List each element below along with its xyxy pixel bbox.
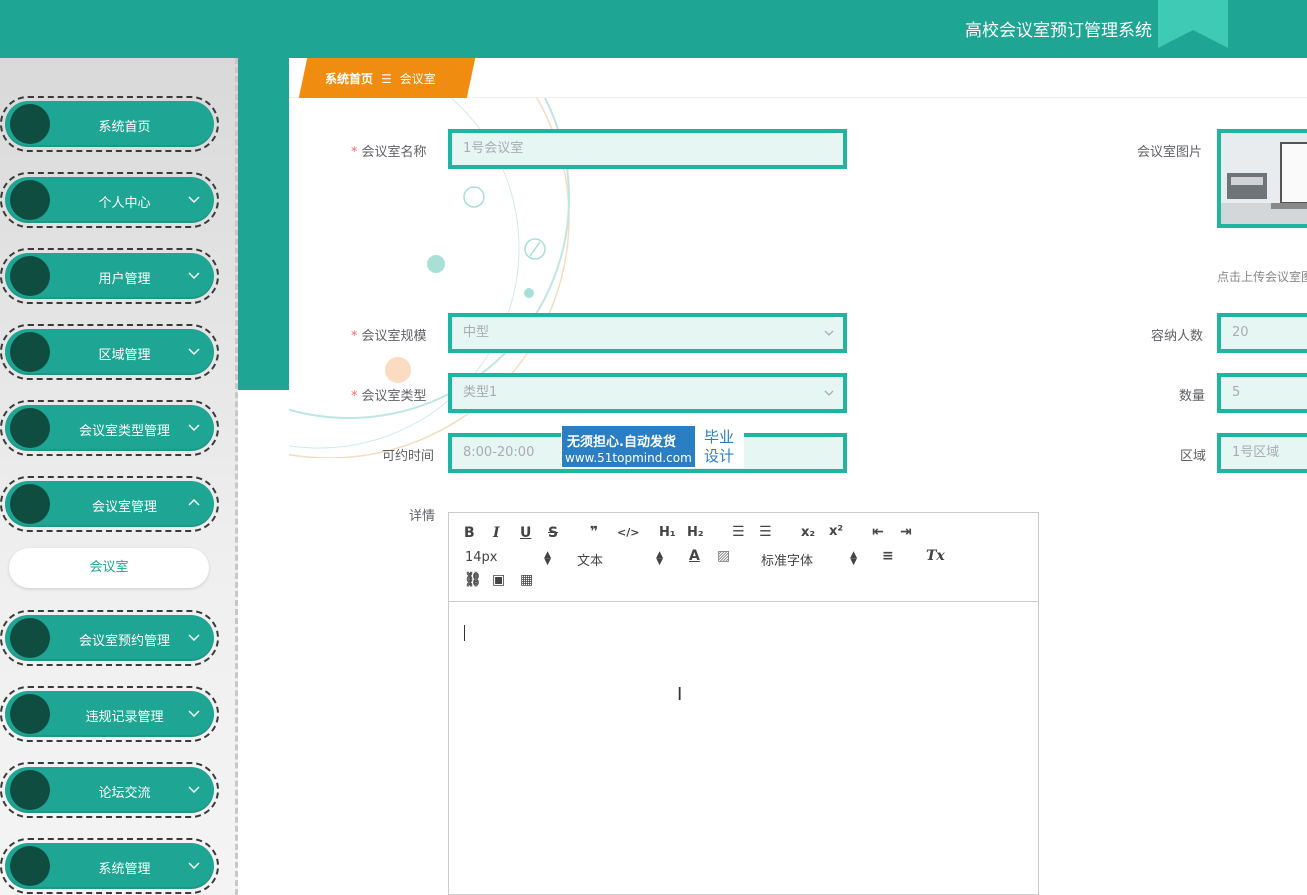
watermark-banner: 无须担心.自动发货 www.51topmind.com 毕业 设计 (561, 425, 744, 468)
font-family-select[interactable]: 标准字体 ▲ ▼ (761, 550, 857, 570)
underline-icon[interactable]: U (520, 525, 531, 541)
editor-toolbar: B I U S ❞ </> H₁ H₂ ☰ ☰ x₂ x² ⇤ ⇥ 14px ▲ ▼… (449, 513, 1038, 602)
detail-label: 详情 (409, 509, 436, 524)
upload-hint: 点击上传会议室图 (1217, 270, 1307, 284)
bullet-list-icon[interactable]: ☰ (759, 524, 772, 540)
sidebar-item-label: 会议室预约管理 (78, 634, 170, 649)
chevron-up-icon (188, 498, 200, 506)
sidebar-item-forum[interactable]: 论坛交流 (0, 762, 219, 818)
align-icon[interactable]: ≡ (882, 548, 894, 564)
sidebar-item-label: 会议室类型管理 (78, 424, 170, 439)
sidebar-item-label: 系统首页 (98, 120, 151, 135)
rich-text-editor[interactable]: B I U S ❞ </> H₁ H₂ ☰ ☰ x₂ x² ⇤ ⇥ 14px ▲ ▼… (448, 512, 1039, 895)
sidebar-item-label: 会议室管理 (91, 500, 157, 515)
heading1-icon[interactable]: H₁ (659, 525, 676, 540)
breadcrumb-home-link[interactable]: 系统首页 (325, 72, 373, 86)
font-color-icon[interactable]: A (689, 548, 700, 564)
chevron-down-icon (188, 424, 200, 432)
video-icon[interactable]: ▦ (520, 572, 533, 588)
sidebar-item-label: 个人中心 (98, 196, 151, 211)
chevron-down-icon (188, 196, 200, 204)
select-arrows-icon: ▲ ▼ (850, 550, 857, 567)
chevron-down-icon (188, 710, 200, 718)
room-image-upload[interactable] (1217, 129, 1307, 228)
sidebar: 系统首页 个人中心 用户管理 区域管理 会议室类型管理 会议室管理 会议室 会议… (0, 58, 238, 895)
sidebar-item-label: 论坛交流 (98, 786, 151, 801)
capacity-input[interactable]: 20 (1217, 313, 1307, 353)
select-arrows-icon: ▲ ▼ (656, 550, 663, 567)
sidebar-item-room-type-management[interactable]: 会议室类型管理 (0, 400, 219, 456)
paragraph-select[interactable]: 文本 ▲ ▼ (577, 550, 663, 570)
sidebar-item-personal-center[interactable]: 个人中心 (0, 172, 219, 228)
bold-icon[interactable]: B (464, 525, 475, 541)
chevron-down-icon (824, 330, 834, 336)
sidebar-subitem-room[interactable]: 会议室 (9, 548, 209, 588)
italic-icon[interactable]: I (493, 525, 500, 541)
breadcrumb-current: 会议室 (399, 72, 436, 86)
chevron-down-icon (188, 272, 200, 280)
room-scale-select[interactable]: 中型 (448, 313, 847, 353)
chevron-down-icon (188, 634, 200, 642)
sidebar-item-home[interactable]: 系统首页 (0, 96, 219, 152)
sidebar-item-user-management[interactable]: 用户管理 (0, 248, 219, 304)
area-label: 区域 (1180, 449, 1207, 464)
clear-format-icon[interactable]: Tx (926, 548, 945, 564)
link-icon[interactable]: ⛓ (464, 572, 482, 588)
sidebar-item-label: 区域管理 (98, 348, 151, 363)
strikethrough-icon[interactable]: S (548, 525, 558, 541)
app-header: 高校会议室预订管理系统 (0, 0, 1307, 58)
sidebar-item-label: 用户管理 (98, 272, 151, 287)
sidebar-item-label: 违规记录管理 (85, 710, 164, 725)
code-block-icon[interactable]: </> (617, 526, 639, 539)
text-cursor (464, 625, 465, 641)
superscript-icon[interactable]: x² (829, 524, 843, 539)
room-name-label: * 会议室名称 (351, 145, 427, 160)
sidebar-item-room-management[interactable]: 会议室管理 (0, 476, 219, 532)
area-input[interactable]: 1号区域 (1217, 433, 1307, 473)
ribbon-decoration (1158, 0, 1228, 48)
font-size-select[interactable]: 14px ▲ ▼ (465, 550, 551, 567)
room-image-label: 会议室图片 (1137, 145, 1203, 160)
mouse-ibeam-icon: I (677, 684, 683, 705)
indent-icon[interactable]: ⇥ (900, 524, 912, 540)
sidebar-item-system-management[interactable]: 系统管理 (0, 838, 219, 894)
chevron-down-icon (188, 348, 200, 356)
room-type-label: * 会议室类型 (351, 389, 427, 404)
main-content: 系统首页 ☰ 会议室 * 会议室名称 1号会议室 会议室图片 点击上传会议室图 * 会议… (289, 58, 1307, 895)
capacity-label: 容纳人数 (1151, 329, 1204, 344)
breadcrumb: 系统首页 ☰ 会议室 (289, 58, 1307, 98)
select-arrows-icon: ▲ ▼ (544, 550, 551, 567)
sidebar-item-label: 系统管理 (98, 862, 151, 877)
quantity-input[interactable]: 5 (1217, 373, 1307, 413)
room-scale-label: * 会议室规模 (351, 329, 427, 344)
heading2-icon[interactable]: H₂ (687, 525, 704, 540)
outdent-icon[interactable]: ⇤ (872, 524, 884, 540)
quantity-label: 数量 (1179, 389, 1206, 404)
room-name-input[interactable]: 1号会议室 (448, 129, 847, 169)
chevron-down-icon (824, 390, 834, 396)
blockquote-icon[interactable]: ❞ (590, 524, 598, 540)
chevron-down-icon (188, 862, 200, 870)
sidebar-item-violation-records[interactable]: 违规记录管理 (0, 686, 219, 742)
ordered-list-icon[interactable]: ☰ (732, 524, 745, 540)
chevron-down-icon (188, 786, 200, 794)
breadcrumb-separator-icon: ☰ (381, 72, 392, 86)
teal-accent-block (238, 58, 289, 390)
sidebar-item-booking-management[interactable]: 会议室预约管理 (0, 610, 219, 666)
image-icon[interactable]: ▣ (492, 572, 505, 588)
available-time-label: 可约时间 (382, 449, 435, 464)
background-color-icon[interactable]: ▨ (717, 548, 730, 564)
room-type-select[interactable]: 类型1 (448, 373, 847, 413)
sidebar-item-area-management[interactable]: 区域管理 (0, 324, 219, 380)
room-photo-image (1221, 133, 1307, 224)
app-title: 高校会议室预订管理系统 (965, 21, 1152, 41)
subscript-icon[interactable]: x₂ (801, 525, 815, 540)
